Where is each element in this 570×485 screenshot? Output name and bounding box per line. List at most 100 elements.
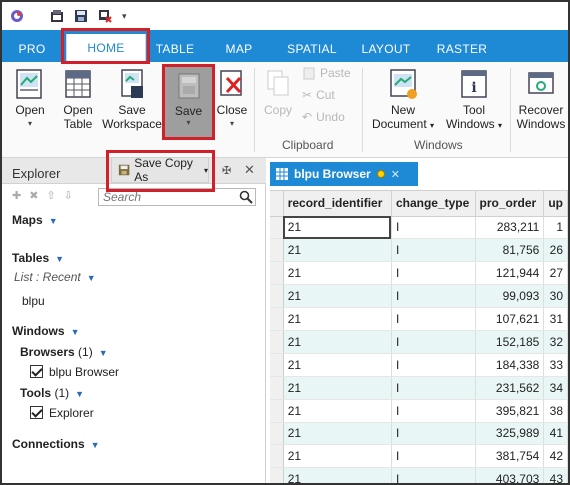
row-header[interactable] <box>270 330 284 354</box>
table-cell[interactable]: 27 <box>543 261 568 286</box>
table-row[interactable]: 21 I 81,756 26 <box>270 238 568 263</box>
table-cell[interactable]: 184,338 <box>475 353 545 377</box>
table-cell[interactable]: 31 <box>543 307 568 331</box>
row-header[interactable] <box>270 467 284 483</box>
table-cell[interactable]: 81,756 <box>475 238 545 263</box>
table-row[interactable]: 21 I 184,338 33 <box>270 353 568 377</box>
table-cell[interactable]: I <box>391 376 476 400</box>
table-cell[interactable]: 21 <box>283 307 392 331</box>
row-header[interactable] <box>270 307 284 331</box>
row-header[interactable] <box>270 444 284 469</box>
table-cell[interactable]: 21 <box>283 399 392 423</box>
table-item-blpu[interactable]: blpu <box>22 294 45 308</box>
table-row[interactable]: 21 I 395,821 38 <box>270 399 568 423</box>
browsers-section[interactable]: Browsers (1) ▼ <box>20 345 108 359</box>
list-recent-dropdown[interactable]: List : Recent ▼ <box>14 270 96 284</box>
table-cell[interactable]: 1 <box>543 216 568 240</box>
maps-section[interactable]: Maps ▼ <box>12 213 58 227</box>
row-header[interactable] <box>270 422 284 446</box>
table-row[interactable]: 21 I 283,211 1 <box>270 216 568 240</box>
pin-icon[interactable]: ✠ <box>222 164 231 177</box>
table-cell[interactable]: 42 <box>543 444 568 469</box>
table-cell[interactable]: 21 <box>283 261 392 286</box>
table-cell[interactable]: 403,703 <box>475 467 545 483</box>
row-header[interactable] <box>270 399 284 423</box>
checkbox[interactable] <box>30 406 43 419</box>
cut-button[interactable]: ✂ Cut <box>302 88 335 102</box>
table-row[interactable]: 21 I 325,989 41 <box>270 422 568 446</box>
tables-section[interactable]: Tables ▼ <box>12 251 64 265</box>
table-cell[interactable]: I <box>391 330 476 354</box>
table-cell[interactable]: 107,621 <box>475 307 545 331</box>
table-cell[interactable]: 21 <box>283 330 392 354</box>
tab-spatial[interactable]: SPATIAL <box>282 36 342 62</box>
table-cell[interactable]: 395,821 <box>475 399 545 423</box>
table-cell[interactable]: 21 <box>283 422 392 446</box>
table-cell[interactable]: I <box>391 422 476 446</box>
table-cell[interactable]: 21 <box>283 284 392 309</box>
row-header[interactable] <box>270 238 284 263</box>
open-button[interactable]: Open ▾ <box>10 68 50 131</box>
table-row[interactable]: 21 I 231,562 34 <box>270 376 568 400</box>
table-cell[interactable]: 33 <box>543 353 568 377</box>
row-header-corner[interactable] <box>270 191 284 217</box>
table-row[interactable]: 21 I 121,944 27 <box>270 261 568 286</box>
table-cell[interactable]: I <box>391 444 476 469</box>
add-icon[interactable]: ✚ <box>12 189 21 202</box>
table-row[interactable]: 21 I 107,621 31 <box>270 307 568 331</box>
tab-map[interactable]: MAP <box>216 36 262 62</box>
table-cell[interactable]: 99,093 <box>475 284 545 309</box>
move-up-icon[interactable]: ⇧ <box>46 189 55 202</box>
table-cell[interactable]: 30 <box>543 284 568 309</box>
table-cell[interactable]: I <box>391 238 476 263</box>
open-table-button[interactable]: Open Table <box>58 68 98 131</box>
copy-button[interactable]: Copy <box>260 68 296 117</box>
close-icon[interactable]: ✕ <box>391 168 400 181</box>
table-cell[interactable]: 381,754 <box>475 444 545 469</box>
row-header[interactable] <box>270 376 284 400</box>
tool-windows-button[interactable]: i Tool Windows ▾ <box>442 68 506 133</box>
table-row[interactable]: 21 I 381,754 42 <box>270 444 568 469</box>
table-cell[interactable]: I <box>391 307 476 331</box>
paste-button[interactable]: Paste <box>302 66 351 80</box>
new-project-icon[interactable] <box>50 9 64 23</box>
app-logo-icon[interactable] <box>10 9 24 23</box>
move-down-icon[interactable]: ⇩ <box>64 189 73 202</box>
browser-tab[interactable]: blpu Browser ✕ <box>270 162 418 186</box>
tab-layout[interactable]: LAYOUT <box>358 36 414 62</box>
table-row[interactable]: 21 I 99,093 30 <box>270 284 568 309</box>
remove-icon[interactable]: ✖ <box>29 189 38 202</box>
table-cell[interactable]: 231,562 <box>475 376 545 400</box>
save-project-icon[interactable] <box>74 9 88 23</box>
column-header[interactable]: pro_order <box>475 191 545 217</box>
column-header[interactable]: record_identifier <box>283 191 392 217</box>
table-cell[interactable]: 21 <box>283 376 392 400</box>
search-icon[interactable] <box>239 190 253 204</box>
tools-section[interactable]: Tools (1) ▼ <box>20 386 84 400</box>
browser-item[interactable]: blpu Browser <box>30 365 119 379</box>
table-cell[interactable]: I <box>391 261 476 286</box>
discard-icon[interactable] <box>98 9 112 23</box>
table-cell[interactable]: 121,944 <box>475 261 545 286</box>
save-workspace-button[interactable]: Save Workspace <box>100 68 164 131</box>
table-cell[interactable]: I <box>391 284 476 309</box>
table-cell[interactable]: 34 <box>543 376 568 400</box>
undo-button[interactable]: ↶ Undo <box>302 110 345 124</box>
recover-windows-button[interactable]: Recover Windows <box>514 68 568 131</box>
row-header[interactable] <box>270 216 284 240</box>
table-cell[interactable]: 21 <box>283 444 392 469</box>
table-cell[interactable]: 43 <box>543 467 568 483</box>
table-cell[interactable]: I <box>391 216 476 240</box>
tool-item[interactable]: Explorer <box>30 406 94 420</box>
customize-qat-icon[interactable]: ▾ <box>122 11 127 22</box>
tab-pro[interactable]: PRO <box>12 36 52 62</box>
table-cell[interactable]: I <box>391 399 476 423</box>
table-cell[interactable]: 21 <box>283 238 392 263</box>
row-header[interactable] <box>270 353 284 377</box>
table-cell[interactable]: 21 <box>283 216 392 240</box>
table-cell[interactable]: 21 <box>283 353 392 377</box>
table-cell[interactable]: 21 <box>283 467 392 483</box>
row-header[interactable] <box>270 261 284 286</box>
table-cell[interactable]: 325,989 <box>475 422 545 446</box>
row-header[interactable] <box>270 284 284 309</box>
